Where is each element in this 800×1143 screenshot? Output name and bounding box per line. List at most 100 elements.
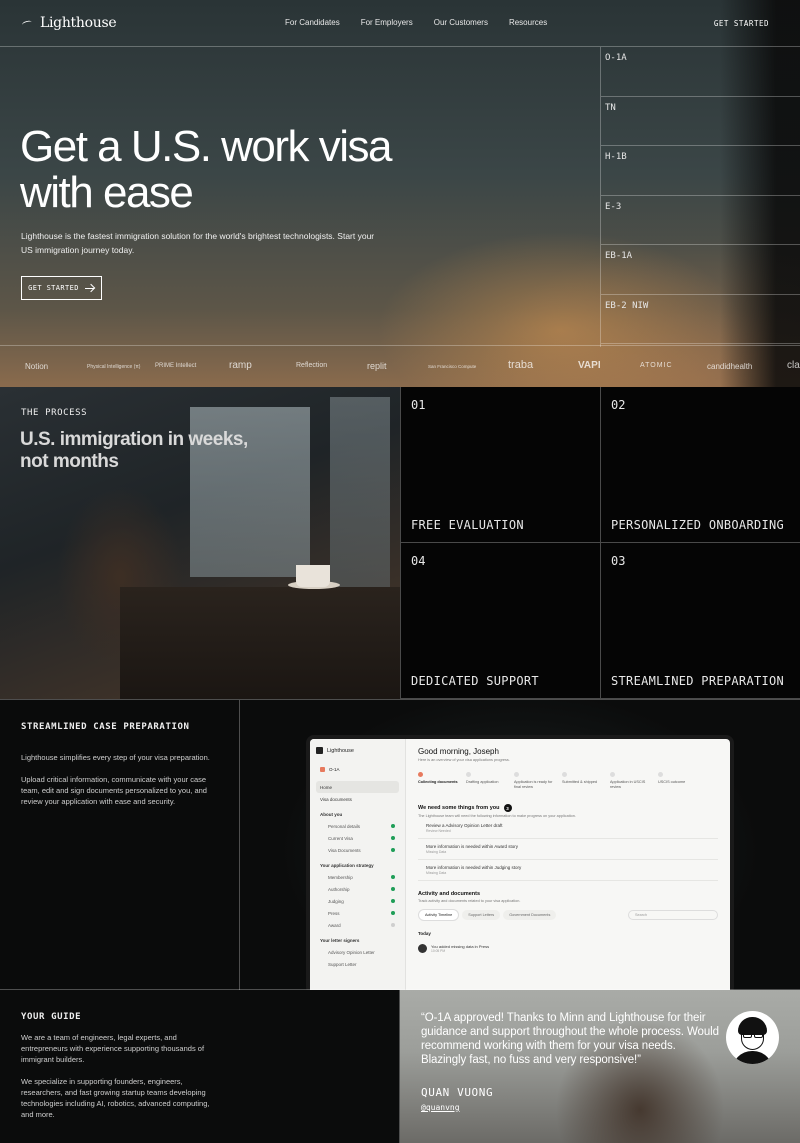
photo-cup	[296, 565, 330, 587]
sidebar-item-label: Visa documents	[320, 796, 352, 802]
visa-item-e3[interactable]: E-3	[601, 196, 800, 245]
task-item[interactable]: More information is needed within Judgin…	[418, 860, 718, 881]
guide-paragraph: We are a team of engineers, legal expert…	[21, 1033, 205, 1064]
sidebar-section-label: Your letter signers	[320, 937, 360, 943]
testimonial-quote: “O-1A approved! Thanks to Minn and Light…	[421, 1012, 719, 1066]
customer-logo: Reflection	[296, 362, 328, 369]
visa-item-h1b[interactable]: H-1B	[601, 146, 800, 196]
testimonial-handle-link[interactable]: @quanvng	[421, 1103, 460, 1112]
step-name: PERSONALIZED ONBOARDING	[611, 518, 785, 532]
sidebar-item-current-visa[interactable]: Current Visa	[316, 832, 399, 844]
photo-window	[330, 397, 390, 597]
case-paragraph: Lighthouse simplifies every step of your…	[21, 753, 210, 762]
stage-label: Collecting documents	[418, 780, 458, 784]
visa-item-tn[interactable]: TN	[601, 97, 800, 146]
process-step-4: 04 DEDICATED SUPPORT	[400, 543, 600, 699]
case-heading: STREAMLINED CASE PREPARATION	[21, 722, 190, 732]
sidebar-item-press[interactable]: Press	[316, 907, 399, 919]
sidebar-item-visa-documents[interactable]: Visa documents	[316, 793, 399, 805]
sidebar-item-label: Advisory Opinion Letter	[328, 949, 375, 955]
hero-title: Get a U.S. work visa with ease	[20, 122, 393, 217]
guide-paragraph: We specialize in supporting founders, en…	[21, 1077, 210, 1119]
stage-item: Collecting documents	[418, 772, 464, 790]
task-item[interactable]: Review a Advisory Opinion Letter draft R…	[418, 818, 718, 839]
visa-item-eb2-niw[interactable]: EB-2 NIW	[601, 295, 800, 344]
visa-type-list: O-1A TN H-1B E-3 EB-1A EB-2 NIW	[600, 47, 800, 347]
visa-selector-label: O-1A	[329, 767, 340, 772]
testimonial-panel: “O-1A approved! Thanks to Minn and Light…	[400, 990, 800, 1143]
sidebar-item-support-letter[interactable]: Support Letter	[316, 958, 399, 970]
customer-logo: Physical Intelligence (π)	[87, 364, 141, 370]
guide-heading: YOUR GUIDE	[21, 1012, 82, 1022]
sidebar-item-authorship[interactable]: Authorship	[316, 883, 399, 895]
stage-label: USCIS outcome	[658, 780, 686, 784]
needs-count-badge: 3	[503, 804, 512, 812]
step-number: 04	[411, 554, 426, 568]
visa-item-o1a[interactable]: O-1A	[601, 47, 800, 97]
photo-desk	[120, 587, 400, 699]
sidebar-item-label: Visa Documents	[328, 847, 361, 853]
case-text-panel: STREAMLINED CASE PREPARATION Lighthouse …	[0, 700, 240, 990]
feed-item: You added missing data in Press 10:05 PM	[418, 944, 718, 953]
search-input[interactable]: Search	[628, 910, 718, 920]
step-name: FREE EVALUATION	[411, 518, 524, 532]
sidebar-section-strategy[interactable]: Your application strategy	[316, 859, 399, 871]
customer-logo: ATOMIC	[640, 362, 673, 369]
visa-item-eb1a[interactable]: EB-1A	[601, 245, 800, 295]
sidebar-section-label: About you	[320, 811, 343, 817]
task-text: More information is needed within Award …	[426, 844, 518, 849]
task-meta: Missing Data	[426, 850, 447, 854]
app-brand-name: Lighthouse	[327, 747, 354, 754]
activity-tabs: Activity Timeline Support Letters Govern…	[418, 909, 718, 921]
activity-subtitle: Track activity and documents related to …	[418, 899, 521, 903]
stage-item: Drafting application	[466, 772, 512, 790]
visa-selector[interactable]: O-1A	[316, 764, 399, 775]
sidebar-item-label: Support Letter	[328, 961, 357, 967]
stage-label: Application in USCIS review	[610, 780, 646, 789]
testimonial-avatar	[726, 1011, 779, 1064]
lighthouse-logo-icon	[316, 747, 323, 754]
hero-get-started-button[interactable]: GET STARTED	[21, 276, 102, 300]
check-icon	[391, 848, 395, 852]
avatar	[418, 944, 427, 953]
nav-link-resources[interactable]: Resources	[509, 18, 547, 27]
nav-links: For Candidates For Employers Our Custome…	[285, 18, 547, 27]
process-step-3: 03 STREAMLINED PREPARATION	[600, 543, 800, 699]
brand-name: Lighthouse	[40, 15, 117, 31]
stage-marker-icon	[466, 772, 471, 777]
sidebar-item-membership[interactable]: Membership	[316, 871, 399, 883]
sidebar-item-home[interactable]: Home	[316, 781, 399, 793]
customer-logo: Notion	[25, 362, 49, 371]
sidebar-item-judging[interactable]: Judging	[316, 895, 399, 907]
tab-activity-timeline[interactable]: Activity Timeline	[418, 909, 460, 921]
brand-logo[interactable]: Lighthouse	[22, 15, 117, 31]
sidebar-item-personal-details[interactable]: Personal details	[316, 820, 399, 832]
customer-logo: ramp	[229, 360, 252, 371]
step-number: 02	[611, 398, 626, 412]
needs-title: We need some things from you	[418, 805, 500, 811]
avatar-glasses	[754, 1032, 763, 1038]
nav-get-started-button[interactable]: GET STARTED	[714, 19, 769, 28]
stage-label: Application is ready for final review	[514, 780, 553, 789]
tab-support-letters[interactable]: Support Letters	[462, 910, 501, 920]
sidebar-item-advisory-letter[interactable]: Advisory Opinion Letter	[316, 946, 399, 958]
nav-link-our-customers[interactable]: Our Customers	[434, 18, 488, 27]
tab-government-documents[interactable]: Government Documents	[503, 910, 557, 920]
stage-item: Submitted & shipped	[562, 772, 608, 790]
check-icon	[391, 911, 395, 915]
sidebar-section-signers[interactable]: Your letter signers	[316, 934, 399, 946]
case-preparation-section: STREAMLINED CASE PREPARATION Lighthouse …	[0, 699, 800, 990]
check-icon	[391, 887, 395, 891]
hero-section: Lighthouse For Candidates For Employers …	[0, 0, 800, 387]
sidebar-item-award[interactable]: Award	[316, 919, 399, 931]
sidebar-section-about-you[interactable]: About you	[316, 808, 399, 820]
task-text: Review a Advisory Opinion Letter draft	[426, 823, 503, 828]
guide-text-panel: YOUR GUIDE We are a team of engineers, l…	[0, 990, 400, 1143]
progress-stages: Collecting documents Drafting applicatio…	[418, 772, 718, 790]
nav-link-for-candidates[interactable]: For Candidates	[285, 18, 340, 27]
nav-link-for-employers[interactable]: For Employers	[361, 18, 413, 27]
task-item[interactable]: More information is needed within Award …	[418, 839, 718, 860]
lighthouse-logo-icon	[22, 18, 34, 28]
process-section: THE PROCESS U.S. immigration in weeks, n…	[0, 387, 800, 699]
sidebar-item-visa-documents-sub[interactable]: Visa Documents	[316, 844, 399, 856]
